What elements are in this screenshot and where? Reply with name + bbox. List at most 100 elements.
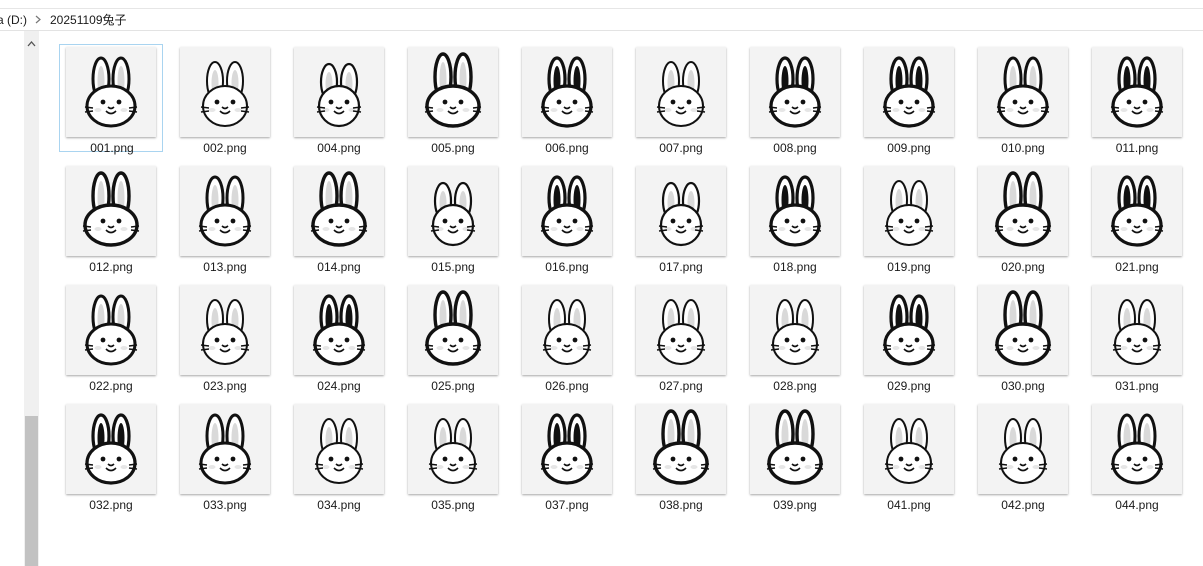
file-name: 029.png (887, 379, 931, 393)
rabbit-face-icon (768, 56, 822, 128)
file-thumbnail (522, 166, 612, 256)
file-name: 038.png (659, 498, 703, 512)
rabbit-face-icon (882, 294, 936, 366)
file-name: 009.png (887, 141, 931, 155)
file-name: 022.png (89, 379, 133, 393)
breadcrumb-drive[interactable]: a (D:) (0, 13, 27, 27)
file-item[interactable]: 034.png (287, 401, 391, 512)
rabbit-face-icon (996, 56, 1050, 128)
chevron-right-icon[interactable] (35, 15, 41, 24)
file-item[interactable]: 006.png (515, 44, 619, 155)
file-item[interactable]: 035.png (401, 401, 505, 512)
file-item[interactable]: 002.png (173, 44, 277, 155)
rabbit-face-icon (198, 175, 252, 247)
file-thumbnail (180, 166, 270, 256)
rabbit-face-icon (540, 175, 594, 247)
file-thumbnail (636, 166, 726, 256)
file-item[interactable]: 031.png (1085, 282, 1189, 393)
file-item[interactable]: 011.png (1085, 44, 1189, 155)
file-name: 010.png (1001, 141, 1045, 155)
file-item[interactable]: 015.png (401, 163, 505, 274)
file-item[interactable]: 019.png (857, 163, 961, 274)
file-name: 028.png (773, 379, 817, 393)
file-name: 013.png (203, 260, 247, 274)
rabbit-face-icon (200, 61, 250, 127)
file-item[interactable]: 018.png (743, 163, 847, 274)
file-thumbnail (294, 404, 384, 494)
file-item[interactable]: 022.png (59, 282, 163, 393)
file-item[interactable]: 014.png (287, 163, 391, 274)
file-thumbnail (1092, 166, 1182, 256)
file-name: 041.png (887, 498, 931, 512)
file-thumbnail (66, 285, 156, 375)
file-item[interactable]: 005.png (401, 44, 505, 155)
file-thumbnail (636, 285, 726, 375)
rabbit-face-icon (84, 413, 138, 485)
file-item[interactable]: 042.png (971, 401, 1075, 512)
rabbit-face-icon (540, 413, 594, 485)
rabbit-face-icon (424, 52, 482, 128)
file-thumbnail (408, 47, 498, 137)
breadcrumb-folder[interactable]: 20251109兔子 (50, 11, 127, 28)
vertical-scrollbar[interactable] (24, 31, 39, 566)
file-name: 001.png (90, 141, 134, 155)
rabbit-face-icon (314, 418, 364, 484)
file-item[interactable]: 017.png (629, 163, 733, 274)
file-thumbnail (978, 404, 1068, 494)
file-item[interactable]: 044.png (1085, 401, 1189, 512)
file-thumbnail (180, 47, 270, 137)
file-thumbnail (408, 166, 498, 256)
file-item[interactable]: 004.png (287, 44, 391, 155)
file-item[interactable]: 007.png (629, 44, 733, 155)
file-item[interactable]: 038.png (629, 401, 733, 512)
file-item[interactable]: 024.png (287, 282, 391, 393)
file-item[interactable]: 033.png (173, 401, 277, 512)
rabbit-face-icon (656, 61, 706, 127)
chevron-up-icon[interactable] (24, 37, 39, 51)
file-item[interactable]: 020.png (971, 163, 1075, 274)
file-name: 007.png (659, 141, 703, 155)
file-item[interactable]: 030.png (971, 282, 1075, 393)
file-item[interactable]: 001.png (59, 44, 163, 155)
file-item[interactable]: 041.png (857, 401, 961, 512)
file-thumbnail (522, 285, 612, 375)
rabbit-face-icon (766, 409, 824, 485)
rabbit-face-icon (770, 299, 820, 365)
file-item[interactable]: 026.png (515, 282, 619, 393)
rabbit-face-icon (310, 171, 368, 247)
file-item[interactable]: 013.png (173, 163, 277, 274)
rabbit-face-icon (884, 418, 934, 484)
file-item[interactable]: 021.png (1085, 163, 1189, 274)
scrollbar-thumb[interactable] (25, 416, 38, 566)
file-name: 008.png (773, 141, 817, 155)
file-item[interactable]: 008.png (743, 44, 847, 155)
rabbit-face-icon (198, 413, 252, 485)
file-item[interactable]: 012.png (59, 163, 163, 274)
file-item[interactable]: 016.png (515, 163, 619, 274)
rabbit-face-icon (316, 62, 362, 128)
file-name: 023.png (203, 379, 247, 393)
file-item[interactable]: 037.png (515, 401, 619, 512)
file-thumbnail (636, 404, 726, 494)
file-item[interactable]: 023.png (173, 282, 277, 393)
file-name: 037.png (545, 498, 589, 512)
file-item[interactable]: 009.png (857, 44, 961, 155)
file-item[interactable]: 027.png (629, 282, 733, 393)
file-item[interactable]: 039.png (743, 401, 847, 512)
file-name: 021.png (1115, 260, 1159, 274)
rabbit-face-icon (428, 418, 478, 484)
rabbit-face-icon (658, 181, 704, 247)
address-bar[interactable]: a (D:) 20251109兔子 (0, 9, 1203, 31)
file-name: 018.png (773, 260, 817, 274)
rabbit-face-icon (656, 299, 706, 365)
file-item[interactable]: 025.png (401, 282, 505, 393)
file-thumbnail (294, 47, 384, 137)
file-item[interactable]: 032.png (59, 401, 163, 512)
file-name: 017.png (659, 260, 703, 274)
file-thumbnail (294, 285, 384, 375)
file-item[interactable]: 028.png (743, 282, 847, 393)
file-name: 020.png (1001, 260, 1045, 274)
file-item[interactable]: 029.png (857, 282, 961, 393)
rabbit-face-icon (430, 181, 476, 247)
file-item[interactable]: 010.png (971, 44, 1075, 155)
